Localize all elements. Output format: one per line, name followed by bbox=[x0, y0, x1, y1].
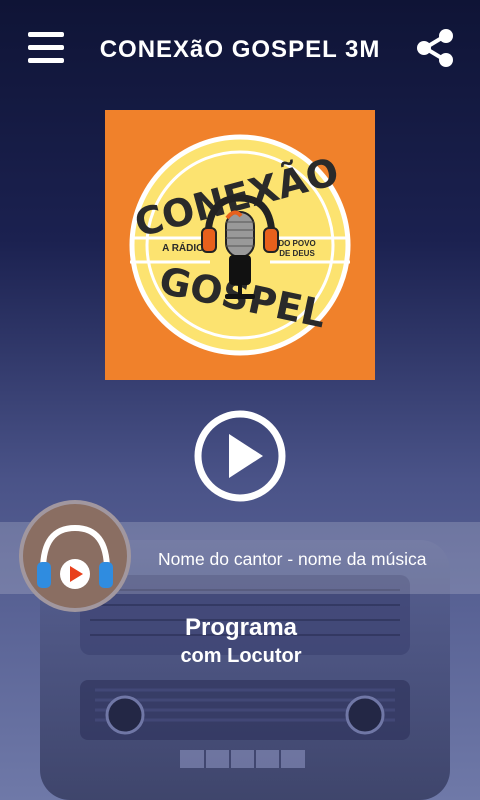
app-title: CONEXãO GOSPEL 3M bbox=[99, 36, 381, 63]
logo-tagline-left: A RÁDIO bbox=[162, 241, 204, 254]
station-logo: CONEXÃO GOSPEL A RÁDIO DO POVO DE DEUS bbox=[105, 110, 375, 380]
logo-tagline-right-2: DE DEUS bbox=[279, 249, 315, 258]
headphones-icon bbox=[37, 524, 113, 589]
now-playing-text: Nome do cantor - nome da música bbox=[158, 549, 427, 569]
play-icon bbox=[229, 434, 263, 478]
share-icon[interactable] bbox=[414, 27, 456, 69]
play-button[interactable] bbox=[193, 409, 287, 503]
logo-tagline-right-1: DO POVO bbox=[278, 239, 315, 248]
artist-avatar bbox=[19, 500, 131, 612]
app-toolbar: CONEXãO GOSPEL 3M bbox=[0, 0, 480, 100]
program-title: Programa bbox=[184, 614, 298, 641]
program-host: com Locutor bbox=[180, 645, 302, 667]
station-logo-badge: CONEXÃO GOSPEL A RÁDIO DO POVO DE DEUS bbox=[129, 134, 351, 356]
